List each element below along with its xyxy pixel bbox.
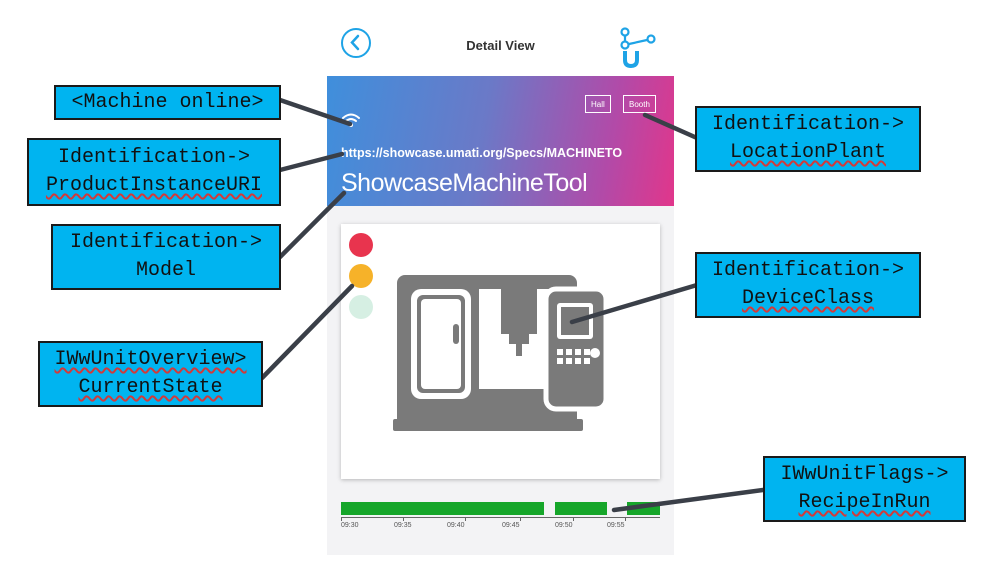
callout-text: CurrentState xyxy=(78,376,223,399)
callout-product-uri: Identification-> ProductInstanceURI xyxy=(27,138,281,206)
callout-location-plant: Identification-> LocationPlant xyxy=(695,106,921,172)
callout-text: Identification-> xyxy=(57,146,251,169)
callout-device-class: Identification-> DeviceClass xyxy=(695,252,921,318)
callout-text: Model xyxy=(135,259,196,282)
callout-text: LocationPlant xyxy=(729,141,887,164)
callout-text: Identification-> xyxy=(69,231,263,254)
callout-model: Identification-> Model xyxy=(51,224,281,290)
callout-text: DeviceClass xyxy=(741,287,875,310)
callout-recipe-in-run: IWwUnitFlags-> RecipeInRun xyxy=(763,456,966,522)
callout-text: <Machine online> xyxy=(71,91,264,114)
callout-current-state: IWwUnitOverview> CurrentState xyxy=(38,341,263,407)
callout-text: Identification-> xyxy=(711,113,905,136)
callout-machine-online: <Machine online> xyxy=(54,85,281,120)
callout-text: ProductInstanceURI xyxy=(45,174,263,197)
callout-text: Identification-> xyxy=(711,259,905,282)
callout-text: RecipeInRun xyxy=(798,491,931,514)
callout-text: IWwUnitFlags-> xyxy=(780,463,949,486)
callout-text: IWwUnitOverview> xyxy=(54,348,247,371)
